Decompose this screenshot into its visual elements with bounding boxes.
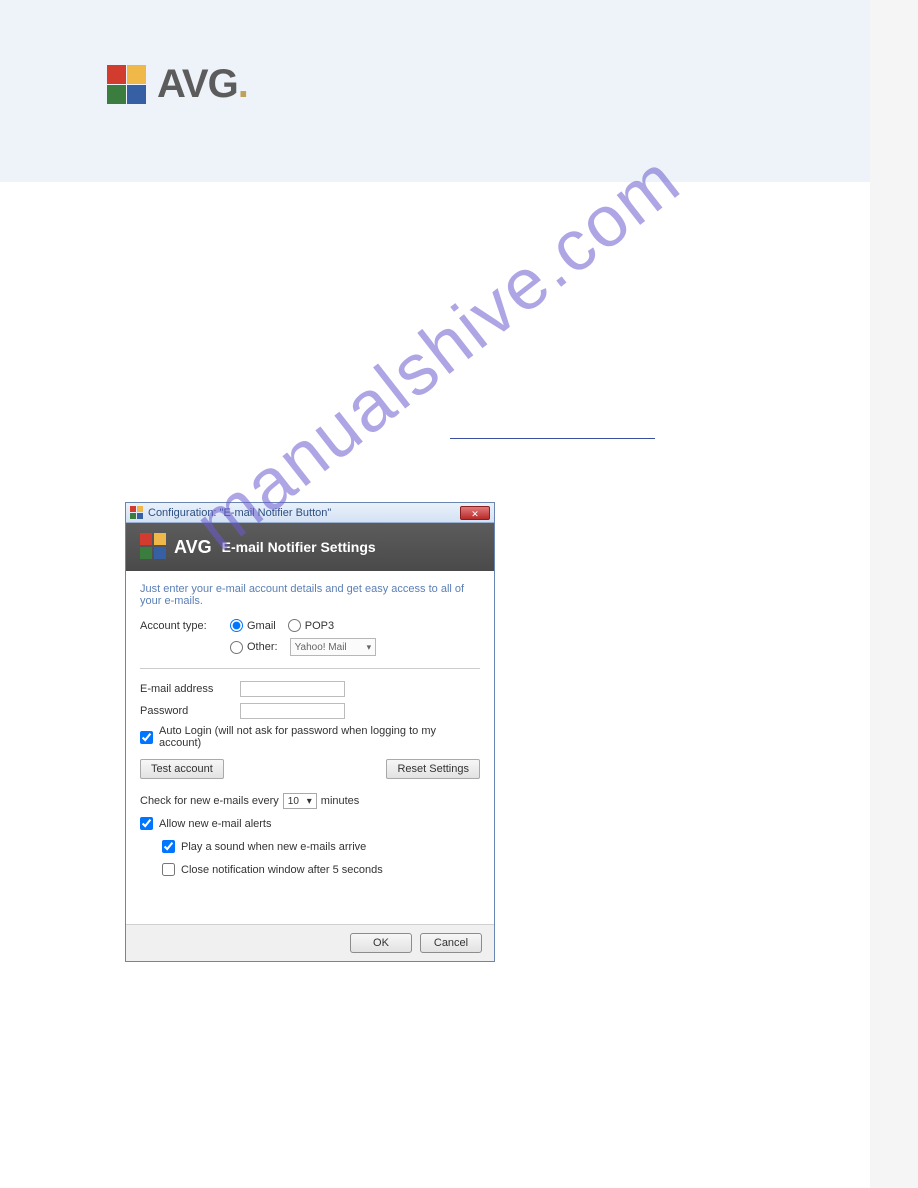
underline-decoration — [450, 438, 655, 439]
close-button[interactable]: ✕ — [460, 506, 490, 520]
ok-button[interactable]: OK — [350, 933, 412, 953]
chevron-down-icon: ▾ — [307, 796, 312, 807]
divider — [140, 668, 480, 669]
radio-gmail-input[interactable] — [230, 619, 243, 632]
avg-logo-text: AVG — [157, 62, 238, 107]
test-account-button[interactable]: Test account — [140, 759, 224, 779]
radio-pop3[interactable]: POP3 — [288, 619, 334, 632]
account-type-label: Account type: — [140, 620, 230, 632]
radio-pop3-input[interactable] — [288, 619, 301, 632]
page-header: AVG. — [0, 0, 870, 182]
avg-logo: AVG. — [105, 62, 249, 107]
dialog-footer: OK Cancel — [126, 924, 494, 961]
allow-alerts-label: Allow new e-mail alerts — [159, 818, 271, 830]
dialog-intro-text: Just enter your e-mail account details a… — [140, 583, 480, 607]
radio-other[interactable]: Other: — [230, 641, 278, 654]
avg-mini-icon — [140, 533, 168, 561]
page-right-shadow — [870, 0, 918, 1188]
check-interval-suffix: minutes — [321, 795, 360, 807]
email-address-input[interactable] — [240, 681, 345, 697]
password-input[interactable] — [240, 703, 345, 719]
dialog-header-title: E-mail Notifier Settings — [222, 539, 376, 555]
chevron-down-icon: ▾ — [367, 642, 372, 653]
auto-login-checkbox[interactable] — [140, 731, 153, 744]
cancel-button[interactable]: Cancel — [420, 933, 482, 953]
other-provider-select[interactable]: Yahoo! Mail ▾ — [290, 638, 377, 656]
allow-alerts-checkbox[interactable] — [140, 817, 153, 830]
email-notifier-dialog: Configuration: "E-mail Notifier Button" … — [125, 502, 495, 962]
dialog-title-icon — [130, 506, 144, 520]
email-address-label: E-mail address — [140, 683, 240, 695]
radio-gmail[interactable]: Gmail — [230, 619, 276, 632]
check-interval-prefix: Check for new e-mails every — [140, 795, 279, 807]
reset-settings-button[interactable]: Reset Settings — [386, 759, 480, 779]
play-sound-label: Play a sound when new e-mails arrive — [181, 841, 366, 853]
play-sound-checkbox[interactable] — [162, 840, 175, 853]
close-notif-checkbox[interactable] — [162, 863, 175, 876]
auto-login-label: Auto Login (will not ask for password wh… — [159, 725, 480, 749]
avg-logo-icon — [105, 63, 149, 107]
dialog-title-text: Configuration: "E-mail Notifier Button" — [148, 507, 460, 519]
close-notif-label: Close notification window after 5 second… — [181, 864, 383, 876]
radio-other-input[interactable] — [230, 641, 243, 654]
dialog-titlebar[interactable]: Configuration: "E-mail Notifier Button" … — [126, 503, 494, 523]
dialog-header-brand: AVG — [174, 537, 212, 558]
dialog-header: AVG E-mail Notifier Settings — [126, 523, 494, 571]
password-label: Password — [140, 705, 240, 717]
check-interval-select[interactable]: 10 ▾ — [283, 793, 317, 809]
